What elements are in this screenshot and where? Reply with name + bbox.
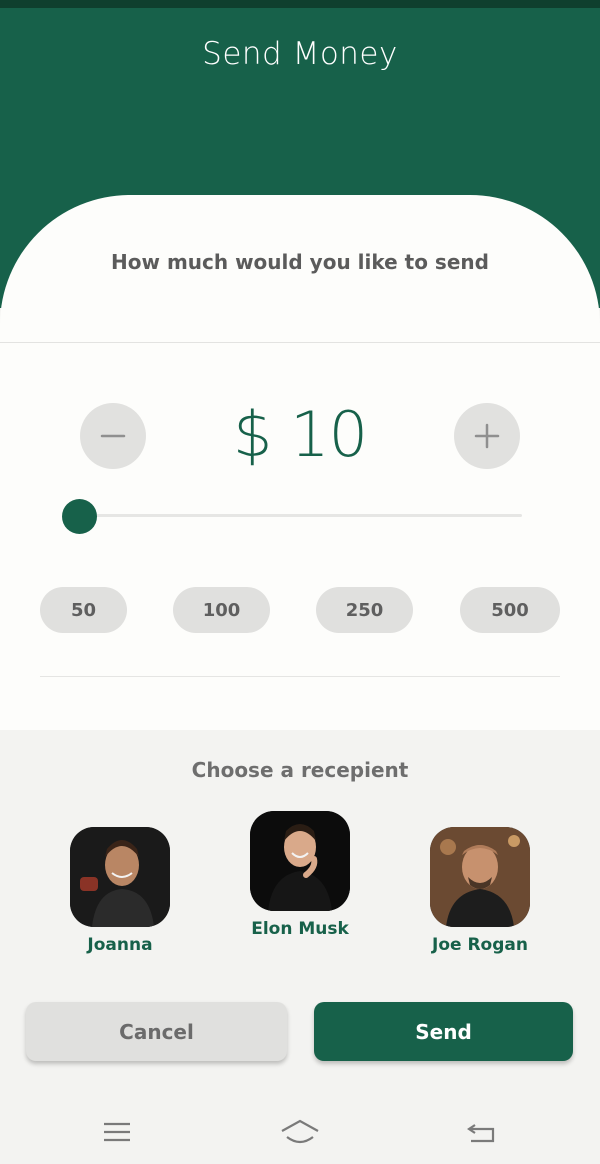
recipient-elon-musk[interactable]: Elon Musk (230, 811, 370, 939)
preset-chip-250[interactable]: 250 (316, 587, 413, 633)
send-button[interactable]: Send (314, 1002, 573, 1061)
page-title: Send Money (202, 36, 398, 72)
cancel-button[interactable]: Cancel (26, 1002, 287, 1061)
divider (0, 342, 600, 343)
recipient-joanna[interactable]: Joanna (50, 827, 190, 955)
avatar (70, 827, 170, 927)
amount-question: How much would you like to send (111, 250, 489, 274)
recipient-joe-rogan[interactable]: Joe Rogan (410, 827, 550, 955)
home-icon[interactable] (278, 1115, 322, 1149)
plus-icon (474, 423, 500, 449)
divider (40, 676, 560, 677)
avatar (430, 827, 530, 927)
increase-amount-button[interactable] (454, 403, 520, 469)
recipient-name: Joanna (87, 935, 153, 955)
amount-display: $ 10 (232, 398, 368, 471)
minus-icon (100, 434, 126, 438)
preset-chip-50[interactable]: 50 (40, 587, 127, 633)
preset-chip-100[interactable]: 100 (173, 587, 270, 633)
amount-slider-thumb[interactable] (62, 499, 97, 534)
avatar (250, 811, 350, 911)
preset-chip-500[interactable]: 500 (460, 587, 560, 633)
back-icon[interactable] (460, 1115, 504, 1149)
recipient-section-title: Choose a recepient (191, 758, 409, 782)
status-bar (0, 0, 600, 8)
recipient-name: Joe Rogan (432, 935, 528, 955)
menu-icon[interactable] (95, 1115, 139, 1149)
decrease-amount-button[interactable] (80, 403, 146, 469)
recipient-name: Elon Musk (251, 919, 349, 939)
amount-slider-track[interactable] (80, 514, 522, 517)
